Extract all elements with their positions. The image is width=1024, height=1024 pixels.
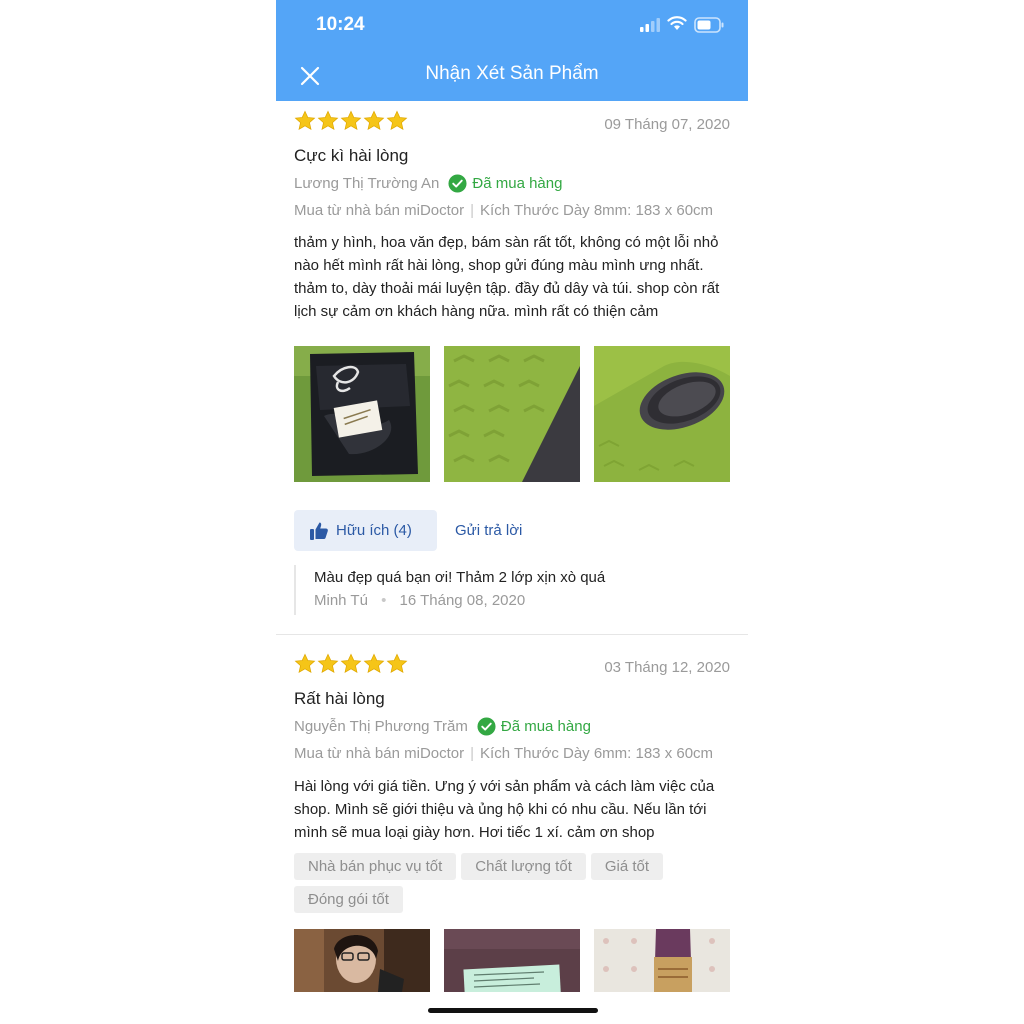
reply-date: 16 Tháng 08, 2020 xyxy=(399,592,526,609)
star-icon xyxy=(294,110,316,130)
helpful-button[interactable]: Hữu ích (4) xyxy=(294,510,437,551)
review-title: Cực kì hài lòng xyxy=(294,146,409,165)
person-photo[interactable] xyxy=(294,929,430,992)
star-icon xyxy=(294,653,316,673)
review-text: thảm y hình, hoa văn đẹp, bám sàn rất tố… xyxy=(294,234,720,320)
star-icon xyxy=(363,110,385,130)
seller-info: Mua từ nhà bán miDoctor xyxy=(294,745,465,762)
variant-info: Kích Thước Dày 6mm: 183 x 60cm xyxy=(480,745,714,762)
phone-screen: 10:24 Nhận Xét Sản Phẩm 09 Tháng 07, 202… xyxy=(276,0,748,1024)
verified-badge: Đã mua hàng xyxy=(448,174,562,193)
review-date: 03 Tháng 12, 2020 xyxy=(604,659,730,676)
reply-author: Minh Tú xyxy=(314,592,368,609)
mat-box-photo[interactable] xyxy=(594,929,730,992)
verified-label: Đã mua hàng xyxy=(500,718,591,735)
review-title: Rất hài lòng xyxy=(294,689,385,708)
review-item: 03 Tháng 12, 2020 Rất hài lòng Nguyễn Th… xyxy=(276,644,748,1024)
author-name: Lương Thị Trường An xyxy=(294,175,440,192)
wifi-icon xyxy=(667,16,687,30)
review-date: 09 Tháng 07, 2020 xyxy=(604,116,730,133)
purchase-info: Mua từ nhà bán miDoctor | Kích Thước Dày… xyxy=(294,202,713,219)
reply-meta: Minh Tú • 16 Tháng 08, 2020 xyxy=(314,592,525,609)
purchase-info: Mua từ nhà bán miDoctor | Kích Thước Dày… xyxy=(294,745,713,762)
helpful-label: Hữu ích (4) xyxy=(336,522,412,539)
star-rating xyxy=(294,110,408,132)
verified-badge: Đã mua hàng xyxy=(477,717,591,736)
nav-bar: Nhận Xét Sản Phẩm xyxy=(276,50,748,101)
star-icon xyxy=(340,110,362,130)
review-divider xyxy=(276,634,748,635)
rolled-mat-photo[interactable] xyxy=(594,346,730,482)
check-circle-icon xyxy=(477,717,496,736)
separator: | xyxy=(470,202,475,219)
battery-icon xyxy=(694,17,724,33)
status-bar: 10:24 xyxy=(276,0,748,50)
author-line: Nguyễn Thị Phương Trăm Đã mua hàng xyxy=(294,717,591,736)
star-icon xyxy=(386,110,408,130)
review-tag[interactable]: Đóng gói tốt xyxy=(294,886,403,913)
reply-text: Màu đẹp quá bạn ơi! Thảm 2 lớp xịn xò qu… xyxy=(314,569,606,586)
home-indicator xyxy=(428,1008,598,1013)
author-line: Lương Thị Trường An Đã mua hàng xyxy=(294,174,562,193)
star-icon xyxy=(363,653,385,673)
review-text: Hài lòng với giá tiền. Ưng ý với sản phẩ… xyxy=(294,778,715,841)
review-tag[interactable]: Nhà bán phục vụ tốt xyxy=(294,853,457,880)
purple-mat-photo[interactable] xyxy=(444,929,580,992)
star-icon xyxy=(386,653,408,673)
star-icon xyxy=(340,653,362,673)
yoga-bag-photo[interactable] xyxy=(294,346,430,482)
clock: 10:24 xyxy=(316,14,365,35)
review-item: 09 Tháng 07, 2020 Cực kì hài lòng Lương … xyxy=(276,101,748,635)
review-photos xyxy=(294,346,730,482)
review-tag[interactable]: Chất lượng tốt xyxy=(461,853,586,880)
author-name: Nguyễn Thị Phương Trăm xyxy=(294,718,468,735)
seller-info: Mua từ nhà bán miDoctor xyxy=(294,202,465,219)
variant-info: Kích Thước Dày 8mm: 183 x 60cm xyxy=(480,202,714,219)
reply-comment: Màu đẹp quá bạn ơi! Thảm 2 lớp xịn xò qu… xyxy=(294,565,748,615)
review-photos xyxy=(294,929,730,992)
thumbs-up-icon xyxy=(310,522,328,540)
check-circle-icon xyxy=(448,174,467,193)
verified-label: Đã mua hàng xyxy=(472,175,563,192)
star-icon xyxy=(317,110,339,130)
signal-icon xyxy=(640,18,660,32)
reply-button[interactable]: Gửi trả lời xyxy=(455,522,522,539)
review-tags: Nhà bán phục vụ tốt Chất lượng tốt Giá t… xyxy=(294,853,734,913)
star-rating xyxy=(294,653,408,675)
separator: | xyxy=(470,745,475,762)
dot-separator: • xyxy=(381,592,387,609)
star-icon xyxy=(317,653,339,673)
review-tag[interactable]: Giá tốt xyxy=(590,853,664,880)
green-mat-photo[interactable] xyxy=(444,346,580,482)
page-title: Nhận Xét Sản Phẩm xyxy=(425,63,599,84)
